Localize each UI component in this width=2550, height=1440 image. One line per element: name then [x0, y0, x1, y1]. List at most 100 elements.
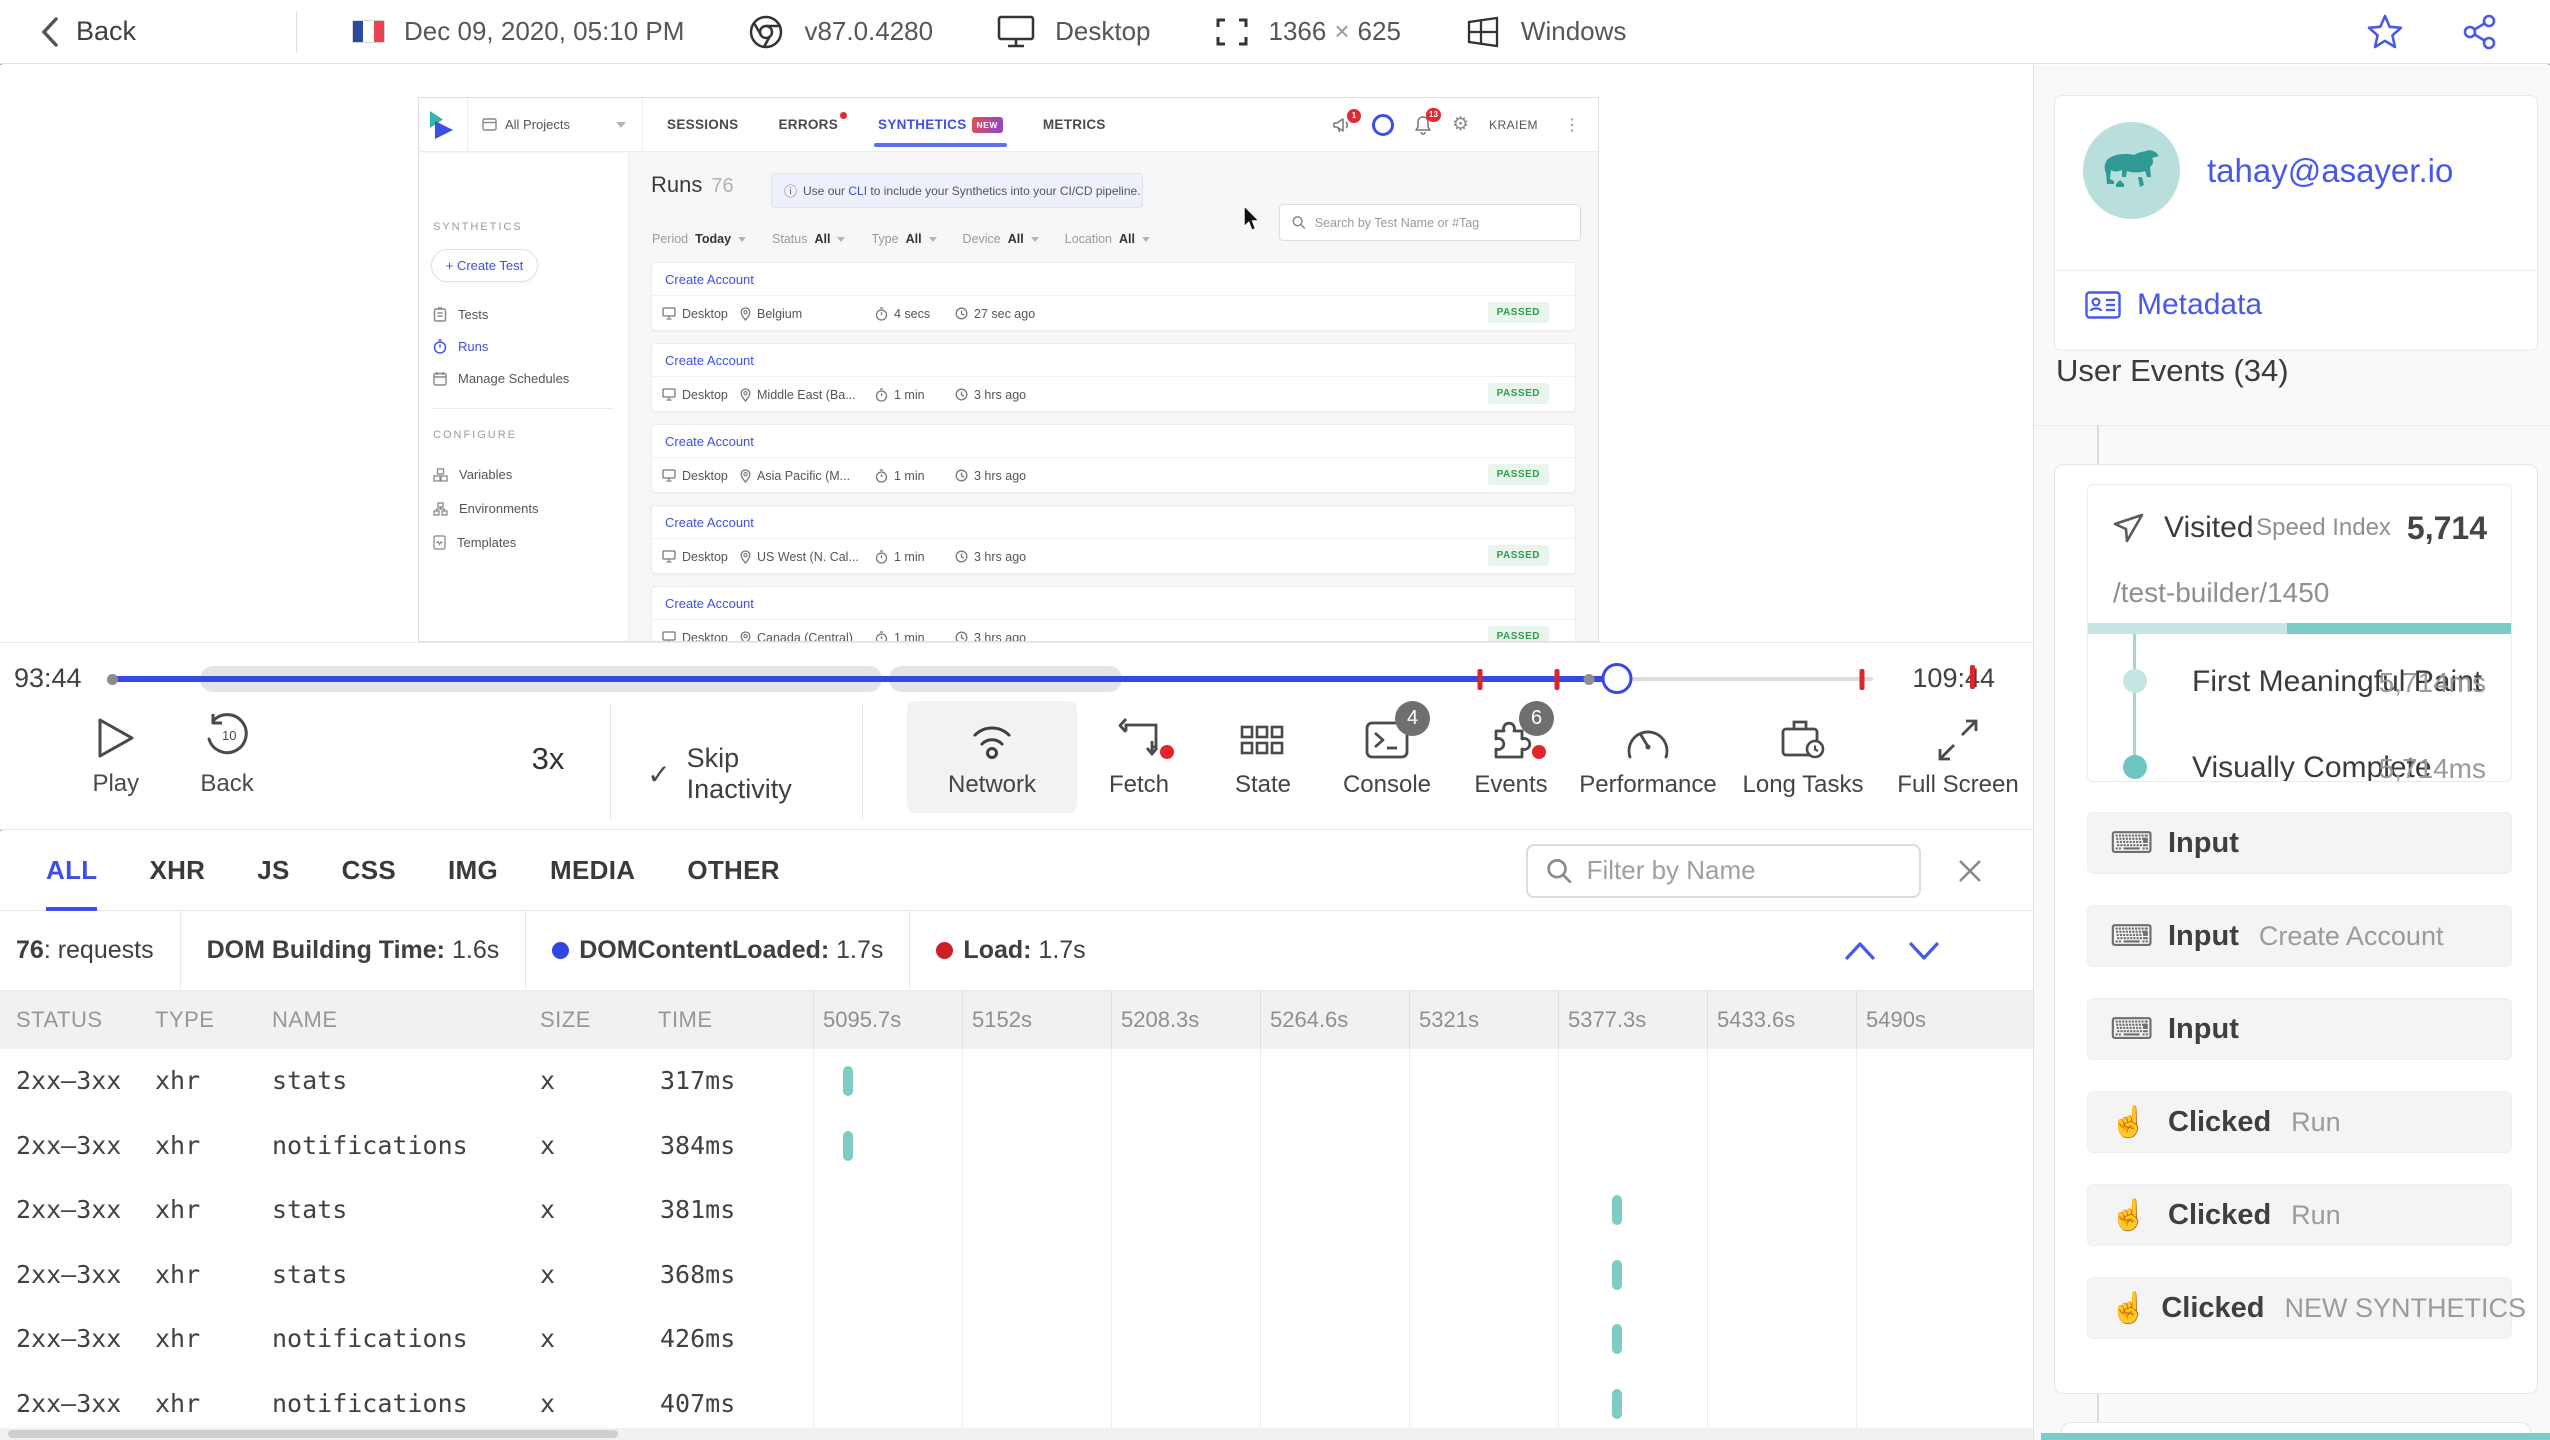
browser-version: v87.0.4280	[804, 16, 934, 46]
share-icon[interactable]	[2462, 14, 2498, 50]
panel-button-long-tasks[interactable]: Long Tasks	[1723, 701, 1883, 813]
sidebar-item-runs[interactable]: Runs	[433, 339, 488, 354]
panel-button-network[interactable]: Network	[907, 701, 1077, 813]
network-tab[interactable]: XHR	[149, 831, 205, 910]
user-event-item[interactable]: ⌨ ☝ Input Create Account	[2087, 905, 2512, 967]
sidebar-item-tests[interactable]: Tests	[433, 307, 488, 322]
app-nav-tab[interactable]: METRICS	[1043, 98, 1106, 151]
network-tab[interactable]: OTHER	[687, 831, 780, 910]
network-request-row[interactable]: 2xx–3xx xhr stats x 317ms	[0, 1049, 2033, 1114]
column-size[interactable]: SIZE	[540, 991, 591, 1049]
app-nav-tab[interactable]: SESSIONS	[667, 98, 738, 151]
column-type[interactable]: TYPE	[155, 991, 214, 1049]
sidebar-item-environments[interactable]: Environments	[433, 501, 538, 516]
run-name-link[interactable]: Create Account	[652, 425, 1575, 458]
chevron-up-icon[interactable]	[1843, 939, 1877, 963]
run-card[interactable]: Create Account Desktop Middle East (Ba..…	[651, 343, 1576, 412]
divider	[2034, 425, 2550, 426]
user-event-item[interactable]: ⌨ ☝ Input	[2087, 998, 2512, 1060]
network-tab[interactable]: JS	[257, 831, 289, 910]
sidebar-item-templates[interactable]: Templates	[433, 535, 516, 550]
column-name[interactable]: NAME	[272, 991, 338, 1049]
skip-inactivity-toggle[interactable]: ✓ Skip Inactivity	[647, 743, 822, 805]
run-name-link[interactable]: Create Account	[652, 506, 1575, 539]
user-event-item[interactable]: ⌨ ☝ Clicked NEW SYNTHETICS	[2087, 1277, 2526, 1339]
network-request-row[interactable]: 2xx–3xx xhr stats x 381ms	[0, 1178, 2033, 1243]
play-button[interactable]: Play	[85, 709, 147, 798]
current-time: 93:44	[14, 663, 82, 693]
run-card[interactable]: Create Account Desktop Belgium 4 secs 27…	[651, 262, 1576, 331]
filter-dropdown[interactable]: Device All	[963, 232, 1039, 246]
user-event-item[interactable]: ⌨ ☝ Input	[2087, 812, 2512, 874]
run-name-link[interactable]: Create Account	[652, 344, 1575, 377]
bell-icon[interactable]: 13	[1414, 107, 1441, 135]
run-card[interactable]: Create Account Desktop Asia Pacific (M..…	[651, 424, 1576, 493]
stopwatch-icon	[875, 306, 888, 321]
network-request-row[interactable]: 2xx–3xx xhr stats x 368ms	[0, 1242, 2033, 1307]
cli-link[interactable]: CLI	[848, 184, 867, 198]
network-request-row[interactable]: 2xx–3xx xhr notifications x 384ms	[0, 1113, 2033, 1178]
request-timing-bar	[842, 1130, 853, 1161]
error-marker[interactable]	[1859, 669, 1865, 690]
filter-by-name-input[interactable]	[1586, 855, 1901, 886]
network-request-row[interactable]: 2xx–3xx xhr notifications x 426ms	[0, 1307, 2033, 1372]
favorite-star-icon[interactable]	[2366, 14, 2404, 50]
app-nav-tab[interactable]: SYNTHETICS NEW	[874, 98, 1007, 151]
user-menu[interactable]: KRAIEM	[1489, 118, 1538, 132]
timeline-track[interactable]	[107, 661, 1873, 697]
network-request-row[interactable]: 2xx–3xx xhr notifications x 407ms	[0, 1371, 2033, 1428]
speed-index-value: 5,714	[2406, 509, 2487, 546]
user-event-item[interactable]: ⌨ ☝ Clicked Run	[2087, 1184, 2512, 1246]
clipboard-icon	[433, 307, 447, 322]
metadata-button[interactable]: Metadata	[2085, 288, 2262, 322]
panel-button-full-screen[interactable]: Full Screen	[1883, 701, 2033, 813]
close-icon[interactable]	[1955, 856, 1985, 886]
filter-dropdown[interactable]: Period Today	[652, 232, 747, 246]
timeline-scrubber[interactable]	[1601, 663, 1633, 694]
chevron-down-icon[interactable]	[1907, 939, 1941, 963]
filter-dropdown[interactable]: Type All	[871, 232, 937, 246]
sidebar-item-variables[interactable]: Variables	[433, 467, 512, 482]
monitor-icon	[662, 469, 676, 482]
file-icon	[433, 535, 446, 550]
test-search-input[interactable]	[1314, 215, 1568, 230]
back-button[interactable]: Back	[40, 16, 136, 48]
network-tab[interactable]: MEDIA	[550, 831, 635, 910]
app-nav-tab[interactable]: ERRORS	[778, 98, 848, 151]
kebab-menu-icon[interactable]: ⋮	[1558, 115, 1586, 135]
panel-button-fetch[interactable]: Fetch	[1077, 701, 1201, 813]
test-search-box[interactable]	[1279, 204, 1581, 241]
filter-dropdown[interactable]: Location All	[1065, 232, 1150, 246]
run-card[interactable]: Create Account Desktop US West (N. Cal..…	[651, 505, 1576, 574]
panel-button-state[interactable]: State	[1201, 701, 1325, 813]
column-status[interactable]: STATUS	[16, 991, 103, 1049]
column-time[interactable]: TIME	[658, 991, 713, 1049]
network-tab[interactable]: CSS	[342, 831, 396, 910]
filter-dropdown[interactable]: Status All	[772, 232, 846, 246]
network-tab[interactable]: IMG	[448, 831, 498, 910]
scrollbar-thumb[interactable]	[8, 1430, 618, 1438]
gear-icon[interactable]: ⚙	[1452, 113, 1469, 136]
run-name-link[interactable]: Create Account	[652, 587, 1575, 620]
user-email-link[interactable]: tahay@asayer.io	[2207, 152, 2453, 190]
network-tab[interactable]: ALL	[46, 831, 98, 911]
filter-box[interactable]	[1526, 843, 1921, 898]
panel-button-events[interactable]: 6 Events	[1449, 701, 1573, 813]
panel-button-performance[interactable]: Performance	[1573, 701, 1723, 813]
keyboard-icon: ⌨	[2110, 919, 2154, 953]
waterfall-time-label: 5321s	[1409, 991, 1558, 1049]
run-name-link[interactable]: Create Account	[652, 263, 1575, 296]
panel-button-console[interactable]: 4 Console	[1325, 701, 1449, 813]
sidebar-item-manage-schedules[interactable]: Manage Schedules	[433, 371, 569, 386]
monitor-icon	[997, 15, 1035, 49]
project-selector[interactable]: All Projects	[482, 117, 627, 132]
user-event-item[interactable]: ⌨ ☝ Clicked Run	[2087, 1091, 2512, 1153]
announcements-icon[interactable]: 1	[1332, 108, 1361, 134]
error-marker[interactable]	[1554, 669, 1560, 690]
create-test-button[interactable]: + Create Test	[431, 249, 538, 282]
visited-card[interactable]: Visited Speed Index 5,714 /test-builder/…	[2087, 484, 2512, 782]
run-card[interactable]: Create Account Desktop Canada (Central)	[651, 586, 1576, 641]
back-10s-button[interactable]: 10 Back	[195, 709, 260, 798]
error-marker[interactable]	[1477, 669, 1483, 690]
speed-toggle[interactable]: 3x	[532, 741, 565, 777]
